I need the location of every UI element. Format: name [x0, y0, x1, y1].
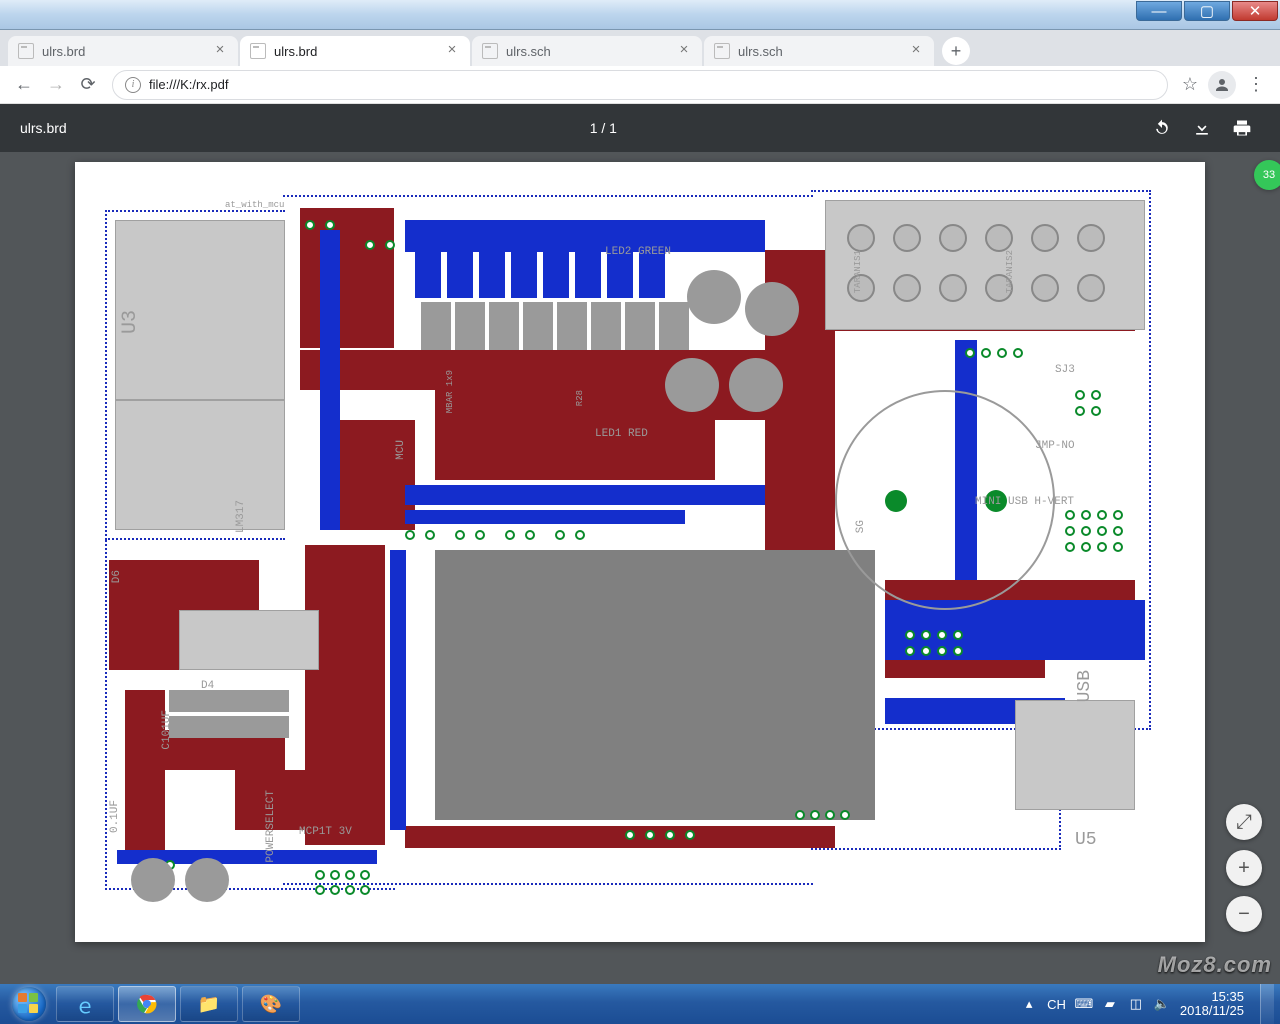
label-usb: USB [1075, 670, 1095, 702]
rotate-icon [1152, 118, 1172, 138]
label-d6: D6 [111, 570, 123, 583]
pdf-rotate-button[interactable] [1144, 110, 1180, 146]
label-led1: LED1 RED [595, 428, 648, 440]
windows-orb-icon [12, 987, 46, 1021]
pdf-download-button[interactable] [1184, 110, 1220, 146]
taskbar-app-paint[interactable]: 🎨 [242, 986, 300, 1022]
label-mcp: MCP1T 3V [299, 826, 352, 838]
extension-badge[interactable]: 33 [1254, 160, 1280, 190]
file-icon [250, 43, 266, 59]
window-controls: — ▢ ✕ [1136, 0, 1280, 29]
tab-close-button[interactable]: × [676, 43, 692, 59]
label-r28: R28 [575, 390, 585, 406]
label-at: at_with_mcu [225, 200, 284, 210]
pdf-zoom-out-button[interactable]: − [1226, 896, 1262, 932]
system-tray: ▴ CH ⌨ ▰ ◫ 🔈 15:35 2018/11/25 [1011, 990, 1254, 1018]
bookmark-star-button[interactable]: ☆ [1176, 74, 1204, 95]
volume-icon[interactable]: 🔈 [1154, 996, 1170, 1012]
reload-button[interactable]: ⟳ [72, 69, 104, 101]
ie-icon: ｅ [75, 990, 95, 1019]
action-center-icon[interactable]: ▰ [1102, 996, 1118, 1012]
site-info-icon[interactable]: i [125, 77, 141, 93]
browser-tab-active[interactable]: ulrs.brd × [240, 36, 470, 66]
pcb-drawing: U3 LM317 D6 D4 LED1 RED LED2 GREEN MCU S… [105, 190, 1175, 910]
chrome-menu-button[interactable]: ⋮ [1240, 69, 1272, 101]
chrome-icon [136, 993, 158, 1015]
tab-title: ulrs.brd [42, 44, 212, 59]
file-icon [714, 43, 730, 59]
clock-time: 15:35 [1180, 990, 1244, 1004]
ime-indicator[interactable]: CH [1047, 997, 1066, 1012]
label-u5: U5 [1075, 830, 1097, 850]
pdf-page-indicator[interactable]: 1 / 1 [67, 120, 1140, 136]
tab-title: ulrs.sch [738, 44, 908, 59]
window-close-button[interactable]: ✕ [1232, 1, 1278, 21]
label-sj3: SJ3 [1055, 364, 1075, 376]
label-lm317: LM317 [235, 500, 247, 533]
person-icon [1213, 76, 1231, 94]
tab-strip: ulrs.brd × ulrs.brd × ulrs.sch × ulrs.sc… [0, 30, 1280, 66]
taskbar-app-explorer[interactable]: 📁 [180, 986, 238, 1022]
tab-close-button[interactable]: × [908, 43, 924, 59]
file-icon [482, 43, 498, 59]
label-cap: 0.1UF [109, 800, 121, 833]
paint-icon: 🎨 [260, 994, 282, 1015]
windows-taskbar: ｅ 📁 🎨 ▴ CH ⌨ ▰ ◫ 🔈 15:35 2018/11/25 [0, 984, 1280, 1024]
download-icon [1192, 118, 1212, 138]
pdf-fit-button[interactable]: ⤢ [1226, 804, 1262, 840]
taskbar-app-chrome[interactable] [118, 986, 176, 1022]
window-titlebar: — ▢ ✕ [0, 0, 1280, 30]
forward-button[interactable]: → [40, 69, 72, 101]
browser-tab[interactable]: ulrs.sch × [472, 36, 702, 66]
new-tab-button[interactable]: + [942, 37, 970, 65]
back-button[interactable]: ← [8, 69, 40, 101]
label-mcu: MCU [395, 440, 407, 460]
browser-tab[interactable]: ulrs.brd × [8, 36, 238, 66]
label-tar1: TARANIS1 [853, 250, 863, 293]
show-desktop-button[interactable] [1260, 984, 1274, 1024]
network-icon[interactable]: ◫ [1128, 996, 1144, 1012]
address-bar[interactable]: i file:///K:/rx.pdf [112, 70, 1168, 100]
label-mbar: MBAR 1x9 [445, 370, 455, 413]
window-maximize-button[interactable]: ▢ [1184, 1, 1230, 21]
url-text: file:///K:/rx.pdf [149, 77, 228, 92]
label-jmp: JMP-NO [1035, 440, 1075, 452]
pdf-print-button[interactable] [1224, 110, 1260, 146]
label-c1: C101UF [161, 710, 173, 750]
pdf-toolbar: ulrs.brd 1 / 1 [0, 104, 1280, 152]
file-icon [18, 43, 34, 59]
browser-tab[interactable]: ulrs.sch × [704, 36, 934, 66]
watermark-text: Moz8.com [1158, 952, 1272, 978]
label-u3: U3 [119, 310, 142, 334]
tab-close-button[interactable]: × [444, 43, 460, 59]
pdf-float-controls: ⤢ + − [1226, 804, 1262, 932]
window-minimize-button[interactable]: — [1136, 1, 1182, 21]
browser-toolbar: ← → ⟳ i file:///K:/rx.pdf ☆ ⋮ [0, 66, 1280, 104]
label-tar2: TARANIS2 [1005, 250, 1015, 293]
tab-close-button[interactable]: × [212, 43, 228, 59]
label-sg: SG [855, 520, 867, 533]
start-button[interactable] [6, 986, 52, 1022]
pdf-page: U3 LM317 D6 D4 LED1 RED LED2 GREEN MCU S… [75, 162, 1205, 942]
label-miniusb: MINI USB H-VERT [975, 496, 1074, 508]
taskbar-clock[interactable]: 15:35 2018/11/25 [1180, 990, 1244, 1018]
label-led2: LED2 GREEN [605, 246, 671, 258]
pdf-zoom-in-button[interactable]: + [1226, 850, 1262, 886]
keyboard-icon[interactable]: ⌨ [1076, 996, 1092, 1012]
pdf-title: ulrs.brd [20, 120, 67, 136]
clock-date: 2018/11/25 [1180, 1004, 1244, 1018]
tray-expand-icon[interactable]: ▴ [1021, 996, 1037, 1012]
profile-avatar-button[interactable] [1208, 71, 1236, 99]
tab-title: ulrs.sch [506, 44, 676, 59]
print-icon [1232, 118, 1252, 138]
tab-title: ulrs.brd [274, 44, 444, 59]
label-pwr: POWERSELECT [265, 790, 277, 863]
label-d4: D4 [201, 680, 214, 692]
folder-icon: 📁 [198, 994, 220, 1015]
taskbar-app-ie[interactable]: ｅ [56, 986, 114, 1022]
pdf-viewport[interactable]: U3 LM317 D6 D4 LED1 RED LED2 GREEN MCU S… [0, 152, 1280, 984]
